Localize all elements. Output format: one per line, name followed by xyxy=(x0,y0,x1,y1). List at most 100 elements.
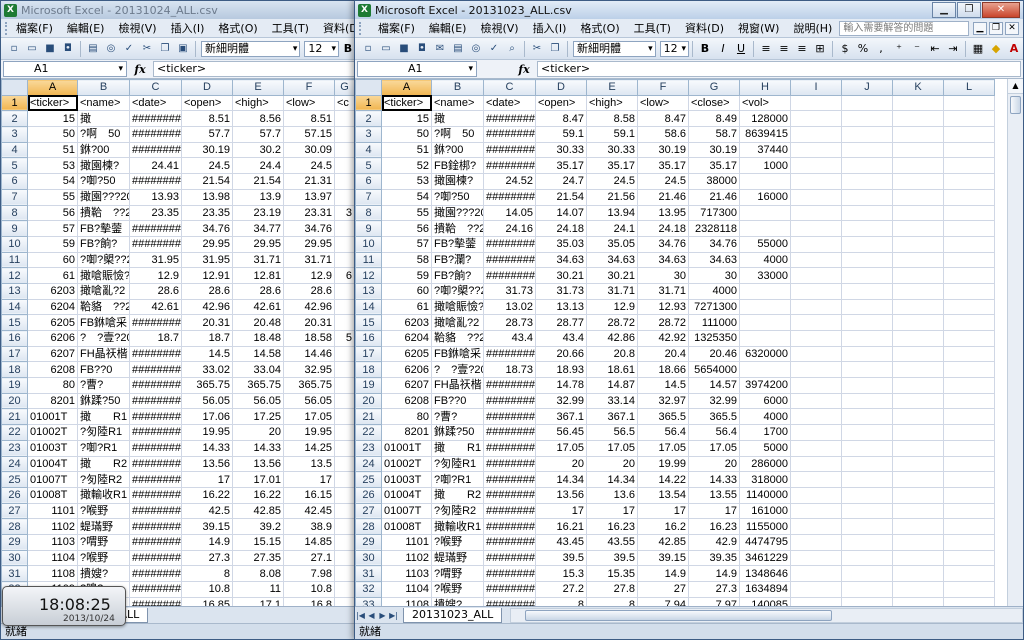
cell[interactable]: ######## xyxy=(483,188,536,206)
cell[interactable] xyxy=(892,596,944,606)
cell[interactable] xyxy=(334,486,355,504)
cell[interactable] xyxy=(790,549,842,567)
cell[interactable]: 01004T xyxy=(27,455,78,473)
cell[interactable] xyxy=(892,267,944,284)
cell[interactable] xyxy=(892,110,944,128)
cell[interactable]: 14.9 xyxy=(688,565,740,582)
cell[interactable]: 31.71 xyxy=(637,282,689,300)
cell[interactable] xyxy=(790,220,842,237)
cell[interactable] xyxy=(841,471,893,488)
cell[interactable]: 6203 xyxy=(27,282,78,300)
cell[interactable]: 5654000 xyxy=(688,361,740,379)
cell[interactable] xyxy=(943,204,995,222)
cell[interactable]: 14.34 xyxy=(586,471,638,488)
cell[interactable]: 6205 xyxy=(27,314,78,331)
cell[interactable]: 56 xyxy=(27,204,78,222)
cell[interactable]: 14.33 xyxy=(181,439,233,457)
cell[interactable] xyxy=(892,235,944,253)
cell[interactable]: ?匇陸R2 xyxy=(77,471,130,488)
cell[interactable]: 01008T xyxy=(27,486,78,504)
cell[interactable]: 14.07 xyxy=(535,204,587,222)
cell[interactable]: 34.63 xyxy=(688,251,740,269)
cell[interactable] xyxy=(841,533,893,551)
cell[interactable] xyxy=(334,251,355,269)
cell[interactable]: 01003T xyxy=(381,471,432,488)
cell[interactable]: 7.98 xyxy=(283,565,335,582)
row-header[interactable]: 24 xyxy=(1,455,28,473)
cell[interactable]: FB?瀾? xyxy=(431,251,484,269)
save-icon[interactable]: ■ xyxy=(396,41,412,57)
cell[interactable] xyxy=(790,486,842,504)
cell[interactable]: ######## xyxy=(129,581,182,598)
fx-icon[interactable]: fx xyxy=(511,63,537,76)
cell[interactable] xyxy=(943,94,995,112)
row-header[interactable]: 32 xyxy=(355,581,382,598)
cell[interactable]: 16.23 xyxy=(586,518,638,535)
cell[interactable]: 13.54 xyxy=(637,486,689,504)
cell[interactable] xyxy=(841,204,893,222)
spelling-icon[interactable]: ✓ xyxy=(121,41,137,57)
research-icon[interactable]: ⌕ xyxy=(504,41,520,57)
row-header[interactable]: 27 xyxy=(355,502,382,520)
cell[interactable] xyxy=(943,596,995,606)
cell[interactable]: 34.63 xyxy=(535,251,587,269)
cell[interactable]: ######## xyxy=(129,518,182,535)
bold-button[interactable]: B xyxy=(697,41,713,57)
cell[interactable]: 14.22 xyxy=(637,471,689,488)
cell[interactable]: 365.75 xyxy=(232,377,284,394)
cell[interactable]: 30.19 xyxy=(688,141,740,159)
cell[interactable]: 10.8 xyxy=(181,581,233,598)
cell[interactable]: 4474795 xyxy=(739,533,791,551)
cell[interactable] xyxy=(892,408,944,426)
cell[interactable]: ?曹? xyxy=(431,408,484,426)
cell[interactable]: 撖 R2 xyxy=(77,455,130,473)
cell[interactable] xyxy=(790,565,842,582)
cell[interactable]: 1000 xyxy=(739,157,791,175)
cell[interactable]: 31.95 xyxy=(181,251,233,269)
cell[interactable]: 撖 xyxy=(431,110,484,128)
cell[interactable]: 42.85 xyxy=(232,502,284,520)
cell[interactable] xyxy=(892,565,944,582)
cell[interactable] xyxy=(790,533,842,551)
cell[interactable]: 1104 xyxy=(381,581,432,598)
cell[interactable]: 3 xyxy=(334,204,355,222)
cell[interactable]: ?喉野 xyxy=(77,549,130,567)
menu-insert[interactable]: 插入(I) xyxy=(164,20,212,37)
cell[interactable]: ######## xyxy=(483,455,536,473)
cell[interactable]: 6000 xyxy=(739,392,791,410)
cell[interactable]: 鞈貉 ??2 xyxy=(431,330,484,347)
cell[interactable]: 17.06 xyxy=(181,408,233,426)
cell[interactable] xyxy=(892,455,944,473)
cell[interactable] xyxy=(841,565,893,582)
font-size-select[interactable]: 12 xyxy=(304,40,339,57)
row-header[interactable]: 28 xyxy=(1,518,28,535)
cell[interactable]: 33.04 xyxy=(232,361,284,379)
cell[interactable] xyxy=(892,361,944,379)
cell[interactable] xyxy=(841,251,893,269)
cell[interactable] xyxy=(892,377,944,394)
cell[interactable]: ######## xyxy=(129,486,182,504)
cell[interactable] xyxy=(892,298,944,316)
row-header[interactable]: 3 xyxy=(355,126,382,143)
cell[interactable]: 27.3 xyxy=(688,581,740,598)
cell[interactable]: 28.72 xyxy=(586,314,638,331)
scroll-thumb[interactable] xyxy=(525,609,832,621)
cell[interactable]: 鞈貉 ??2 xyxy=(77,298,130,316)
cell[interactable]: ?啣?50 xyxy=(77,173,130,190)
cell[interactable]: 59.1 xyxy=(535,126,587,143)
workbook-close-button[interactable]: ✕ xyxy=(1005,21,1019,35)
cell[interactable]: 14.05 xyxy=(483,204,536,222)
cell-table[interactable]: A B C D E F G H I J K L 1 <ticker> <name> <date> <open> <… xyxy=(355,79,995,606)
cell[interactable]: 31.71 xyxy=(232,251,284,269)
cell[interactable] xyxy=(892,141,944,159)
cell[interactable]: ######## xyxy=(483,424,536,441)
cell[interactable] xyxy=(334,518,355,535)
cell[interactable]: 35.05 xyxy=(586,235,638,253)
cell[interactable]: 蝭璊野 xyxy=(77,518,130,535)
row-header[interactable]: 19 xyxy=(1,377,28,394)
cell[interactable]: 13.55 xyxy=(688,486,740,504)
cell[interactable]: 12.93 xyxy=(637,298,689,316)
cell[interactable]: ######## xyxy=(483,141,536,159)
column-header-e[interactable]: E xyxy=(232,79,284,96)
cell[interactable]: ?啣?㮾??20 xyxy=(77,251,130,269)
